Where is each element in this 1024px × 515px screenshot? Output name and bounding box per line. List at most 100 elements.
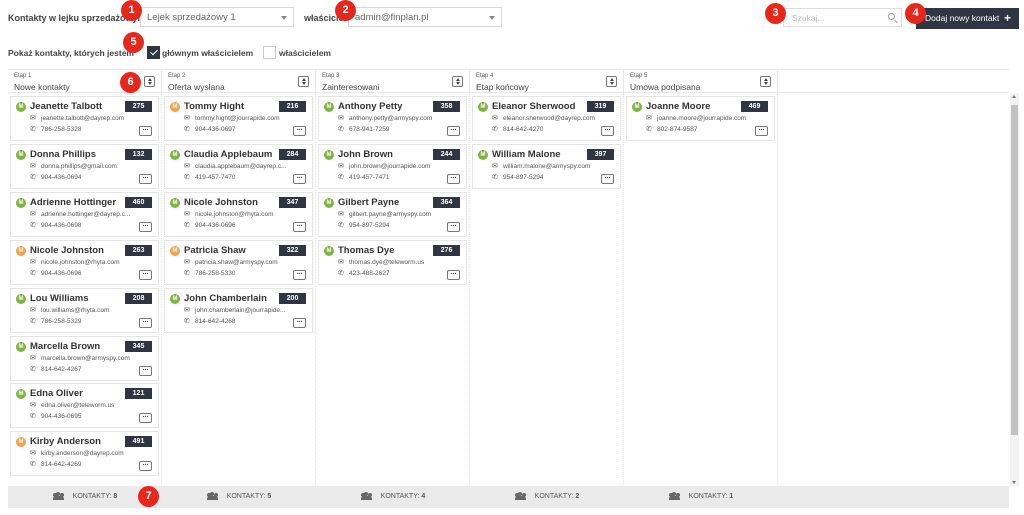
contact-name[interactable]: Eleanor Sherwood	[492, 101, 575, 112]
contact-email[interactable]: nicole.johnston@rhyta.com	[41, 259, 120, 266]
more-options-button[interactable]: ...	[601, 125, 614, 136]
owner-select[interactable]: admin@finplan.pl	[348, 7, 502, 27]
sort-icon[interactable]	[760, 76, 771, 87]
contact-card[interactable]: M Eleanor Sherwood 319 ✉ eleanor.sherwood@da…	[472, 96, 621, 141]
contact-phone[interactable]: 904-436-0698	[41, 222, 81, 229]
contact-name[interactable]: Gilbert Payne	[338, 197, 399, 208]
more-options-button[interactable]: ...	[139, 365, 152, 376]
more-options-button[interactable]: ...	[601, 173, 614, 184]
contact-card[interactable]: M Edna Oliver 121 ✉ edna.oliver@teleworm.us ✆…	[10, 383, 159, 429]
contact-name[interactable]: Patricia Shaw	[184, 245, 246, 256]
sort-icon[interactable]	[298, 76, 309, 87]
contact-email[interactable]: adrienne.hottinger@dayrep.c...	[41, 211, 130, 218]
contact-email[interactable]: john.brown@jourrapide.com	[349, 163, 430, 170]
contact-name[interactable]: Nicole Johnston	[184, 197, 258, 208]
more-options-button[interactable]: ...	[139, 173, 152, 184]
contact-email[interactable]: william.malone@armyspy.com	[503, 163, 590, 170]
more-options-button[interactable]: ...	[139, 269, 152, 280]
contact-email[interactable]: donna.phillips@gmail.com	[41, 163, 117, 170]
contact-card[interactable]: M Donna Phillips 132 ✉ donna.phillips@gmail.…	[10, 143, 159, 189]
search-input[interactable]: Szukaj...	[783, 8, 902, 27]
more-options-button[interactable]: ...	[139, 317, 152, 328]
contact-phone[interactable]: 814-642-4268	[195, 318, 235, 325]
contact-phone[interactable]: 786-258-5328	[41, 126, 81, 133]
contact-phone[interactable]: 904-436-0696	[195, 222, 235, 229]
contact-phone[interactable]: 904-436-0696	[41, 270, 81, 277]
contact-name[interactable]: Anthony Petty	[338, 101, 402, 112]
contact-email[interactable]: john.chamberlain@jourrapide...	[195, 307, 285, 314]
contact-email[interactable]: tommy.hight@jourrapide.com	[195, 115, 280, 122]
contact-card[interactable]: M Nicole Johnston 263 ✉ nicole.johnston@rhyt…	[10, 239, 159, 285]
contact-name[interactable]: Marcella Brown	[30, 341, 100, 352]
more-options-button[interactable]: ...	[447, 173, 460, 184]
contact-name[interactable]: Edna Oliver	[30, 388, 83, 399]
contact-phone[interactable]: 814-642-4269	[41, 461, 81, 468]
add-contact-button[interactable]: Dodaj nowy kontakt +	[916, 8, 1019, 29]
contact-phone[interactable]: 954-897-5294	[349, 222, 389, 229]
contact-name[interactable]: Nicole Johnston	[30, 245, 104, 256]
contact-phone[interactable]: 802-874-9587	[657, 126, 697, 133]
contact-card[interactable]: M Jeanette Talbott 275 ✉ jeanette.talbott@da…	[10, 96, 159, 141]
more-options-button[interactable]: ...	[293, 269, 306, 280]
contact-phone[interactable]: 786-258-5329	[41, 318, 81, 325]
contact-name[interactable]: Jeanette Talbott	[30, 101, 102, 112]
contact-email[interactable]: marcella.brown@armyspy.com	[41, 355, 130, 362]
more-options-button[interactable]: ...	[139, 125, 152, 136]
contact-phone[interactable]: 419-457-7470	[195, 174, 235, 181]
contact-name[interactable]: William Malone	[492, 149, 561, 160]
contact-email[interactable]: gilbert.payne@armyspy.com	[349, 211, 431, 218]
contact-card[interactable]: M Claudia Applebaum 284 ✉ claudia.applebaum@…	[164, 143, 313, 189]
contact-email[interactable]: nicole.johnston@rhyta.com	[195, 211, 274, 218]
scrollbar-thumb[interactable]	[1011, 105, 1018, 435]
more-options-button[interactable]: ...	[447, 125, 460, 136]
contact-email[interactable]: edna.oliver@teleworm.us	[41, 402, 114, 409]
contact-email[interactable]: joanne.moore@jourrapide.com	[657, 115, 746, 122]
more-options-button[interactable]: ...	[447, 221, 460, 232]
more-options-button[interactable]: ...	[139, 412, 152, 424]
main-owner-checkbox[interactable]	[147, 46, 160, 59]
contact-name[interactable]: Donna Phillips	[30, 149, 96, 160]
more-options-button[interactable]: ...	[293, 125, 306, 136]
contact-name[interactable]: Lou Williams	[30, 293, 89, 304]
scroll-up-icon[interactable]	[1012, 95, 1016, 98]
contact-phone[interactable]: 904-436-0697	[195, 126, 235, 133]
more-options-button[interactable]: ...	[139, 460, 152, 472]
contact-card[interactable]: M Lou Williams 208 ✉ lou.williams@rhyta.com ✆…	[10, 287, 159, 333]
contact-card[interactable]: M Thomas Dye 276 ✉ thomas.dye@teleworm.us ✆ 42…	[318, 239, 467, 285]
more-options-button[interactable]: ...	[447, 269, 460, 280]
contact-card[interactable]: M Gilbert Payne 364 ✉ gilbert.payne@armyspy.…	[318, 191, 467, 237]
contact-card[interactable]: M John Brown 244 ✉ john.brown@jourrapide.com…	[318, 143, 467, 189]
more-options-button[interactable]: ...	[755, 125, 768, 136]
contact-email[interactable]: eleanor.sherwood@dayrep.com	[503, 115, 595, 122]
contact-email[interactable]: claudia.applebaum@dayrep.c...	[195, 163, 287, 170]
contact-phone[interactable]: 814-642-4270	[503, 126, 543, 133]
contact-name[interactable]: John Chamberlain	[184, 293, 267, 304]
contact-email[interactable]: jeanette.talbott@dayrep.com	[41, 115, 124, 122]
more-options-button[interactable]: ...	[293, 317, 306, 328]
contact-email[interactable]: thomas.dye@teleworm.us	[349, 259, 424, 266]
contact-card[interactable]: M Patricia Shaw 322 ✉ patricia.shaw@armyspy.…	[164, 239, 313, 285]
contact-card[interactable]: M Marcella Brown 345 ✉ marcella.brown@armysp…	[10, 335, 159, 381]
contact-phone[interactable]: 904-436-0694	[41, 174, 81, 181]
contact-card[interactable]: M Kirby Anderson 491 ✉ kirby.anderson@dayrep…	[10, 431, 159, 477]
contact-card[interactable]: M Nicole Johnston 347 ✉ nicole.johnston@rhyt…	[164, 191, 313, 237]
contact-name[interactable]: Adrienne Hottinger	[30, 197, 116, 208]
contact-phone[interactable]: 814-642-4267	[41, 366, 81, 373]
more-options-button[interactable]: ...	[293, 173, 306, 184]
scroll-down-icon[interactable]	[1012, 481, 1016, 484]
sort-icon[interactable]	[452, 76, 463, 87]
contact-name[interactable]: Kirby Anderson	[30, 436, 101, 447]
contact-name[interactable]: Thomas Dye	[338, 245, 395, 256]
contact-card[interactable]: M Adrienne Hottinger 460 ✉ adrienne.hottinge…	[10, 191, 159, 237]
contact-phone[interactable]: 904-436-0695	[41, 413, 81, 420]
contact-email[interactable]: kirby.anderson@dayrep.com	[41, 450, 124, 457]
funnel-select[interactable]: Lejek sprzedażowy 1	[140, 7, 294, 27]
owner-checkbox[interactable]	[263, 46, 276, 59]
contact-email[interactable]: lou.williams@rhyta.com	[41, 307, 109, 314]
contact-phone[interactable]: 786-258-5330	[195, 270, 235, 277]
contact-card[interactable]: M Joanne Moore 469 ✉ joanne.moore@jourrapide…	[626, 96, 775, 141]
contact-phone[interactable]: 419-457-7471	[349, 174, 389, 181]
board-scrollbar[interactable]	[1010, 93, 1019, 486]
sort-icon[interactable]	[606, 76, 617, 87]
search-icon[interactable]	[888, 13, 895, 20]
